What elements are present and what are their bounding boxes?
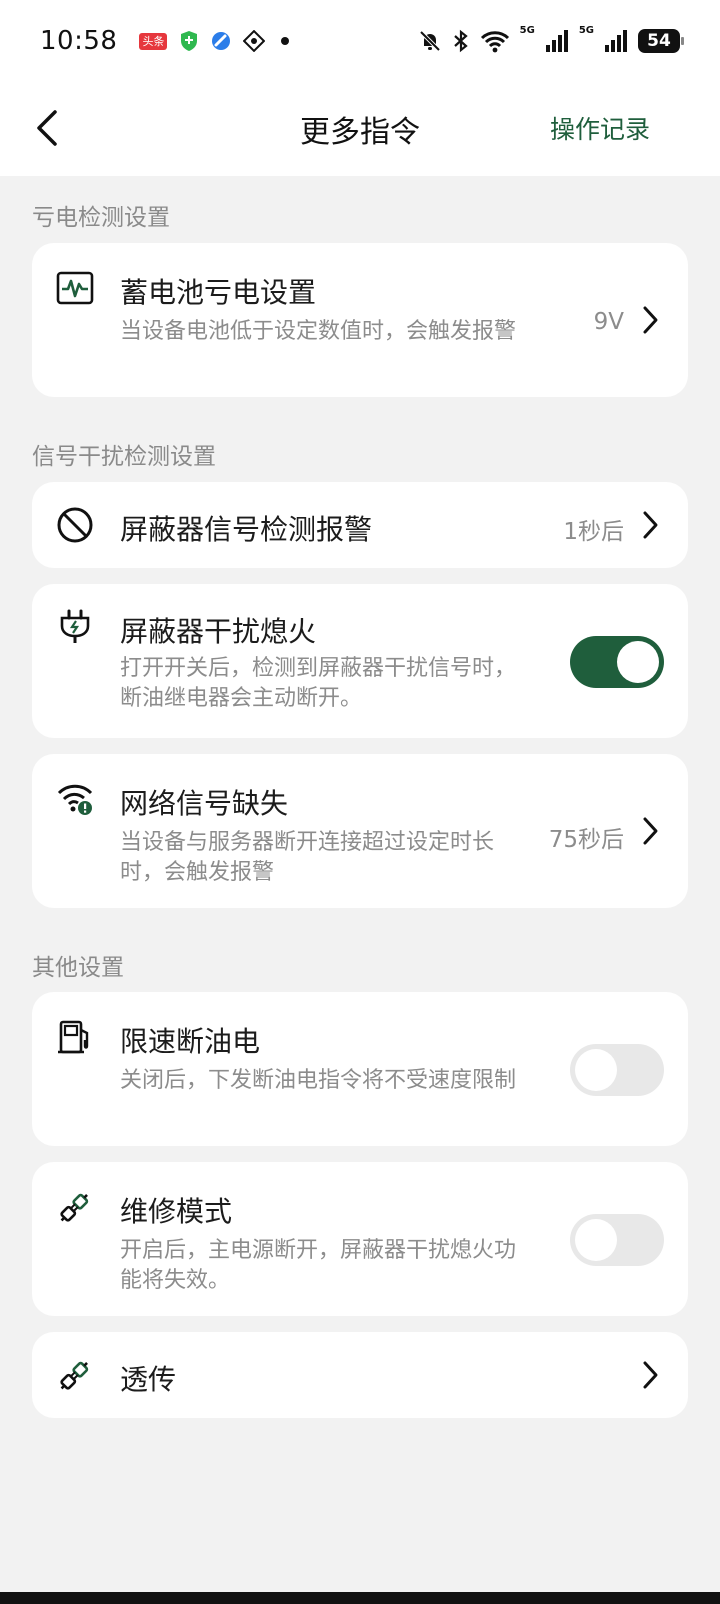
passthrough-title: 透传: [120, 1363, 177, 1396]
tiktok-style-icon: [243, 30, 266, 52]
chevron-right-icon: [640, 305, 660, 335]
passthrough-setting[interactable]: 透传: [32, 1332, 688, 1418]
operation-log-link[interactable]: 操作记录: [550, 110, 650, 146]
jammer-shutoff-setting: 屏蔽器干扰熄火 打开开关后，检测到屏蔽器干扰信号时，断油继电器会主动断开。: [32, 584, 688, 738]
mute-bell-icon: [418, 29, 442, 53]
jammer-alarm-title: 屏蔽器信号检测报警: [120, 513, 373, 546]
back-button[interactable]: [34, 108, 74, 148]
network-type-label: 5G: [519, 25, 535, 36]
home-indicator: [0, 1592, 720, 1604]
waveform-monitor-icon: [56, 269, 94, 307]
maintenance-mode-toggle[interactable]: [570, 1214, 664, 1266]
speed-limit-cut-desc: 关闭后，下发断油电指令将不受速度限制: [120, 1068, 517, 1093]
connector-plug-icon: [56, 1356, 94, 1394]
notification-dot-icon: [281, 37, 290, 45]
section-title-other: 其他设置: [32, 955, 124, 981]
maintenance-mode-setting: 维修模式 开启后，主电源断开，屏蔽器干扰熄火功能将失效。: [32, 1162, 688, 1316]
status-bar: 10:58 头条 5G 5G 54: [0, 0, 720, 82]
jammer-shutoff-title: 屏蔽器干扰熄火: [120, 615, 317, 648]
plug-icon: [56, 608, 94, 646]
chevron-right-icon: [640, 510, 660, 540]
toggle-knob: [575, 1219, 617, 1261]
network-loss-value: 75秒后: [548, 827, 624, 853]
jammer-alarm-value: 1秒后: [563, 519, 624, 545]
chevron-right-icon: [640, 816, 660, 846]
speed-limit-cut-setting: 限速断油电 关闭后，下发断油电指令将不受速度限制: [32, 992, 688, 1146]
speed-limit-cut-title: 限速断油电: [120, 1025, 261, 1058]
network-loss-desc: 当设备与服务器断开连接超过设定时长时，会触发报警: [120, 830, 495, 885]
toutiao-app-icon: 头条: [139, 32, 168, 50]
speed-limit-cut-toggle[interactable]: [570, 1044, 664, 1096]
maintenance-mode-desc: 开启后，主电源断开，屏蔽器干扰熄火功能将失效。: [120, 1238, 517, 1293]
browser-icon: [211, 31, 231, 51]
network-type-label-2: 5G: [578, 25, 594, 36]
wifi-icon: [480, 29, 510, 53]
fuel-pump-icon: [56, 1018, 94, 1056]
jammer-shutoff-desc: 打开开关后，检测到屏蔽器干扰信号时，断油继电器会主动断开。: [120, 656, 517, 711]
battery-icon: 54: [638, 29, 684, 53]
status-time: 10:58: [40, 26, 118, 56]
chevron-right-icon: [640, 1360, 660, 1390]
status-left: 10:58 头条: [40, 26, 290, 56]
maintenance-mode-title: 维修模式: [120, 1195, 233, 1228]
network-loss-title: 网络信号缺失: [120, 787, 289, 820]
page-title: 更多指令: [300, 115, 420, 150]
battery-low-desc: 当设备电池低于设定数值时，会触发报警: [120, 319, 517, 344]
signal-bars-icon-2: [604, 29, 628, 53]
chevron-left-icon: [37, 110, 57, 146]
prohibited-icon: [56, 506, 94, 544]
jammer-alarm-setting[interactable]: 屏蔽器信号检测报警 1秒后: [32, 482, 688, 568]
network-loss-setting[interactable]: 网络信号缺失 当设备与服务器断开连接超过设定时长时，会触发报警 75秒后: [32, 754, 688, 908]
shield-icon: [179, 30, 199, 52]
bluetooth-icon: [452, 29, 470, 53]
toggle-knob: [575, 1049, 617, 1091]
battery-low-setting[interactable]: 蓄电池亏电设置 当设备电池低于设定数值时，会触发报警 9V: [32, 243, 688, 397]
battery-low-value: 9V: [593, 309, 624, 335]
jammer-shutoff-toggle[interactable]: [570, 636, 664, 688]
wifi-alert-icon: [56, 780, 94, 818]
connector-plug-icon: [56, 1188, 94, 1226]
nav-bar: 更多指令 操作记录: [0, 82, 720, 176]
toggle-knob: [617, 641, 659, 683]
battery-low-title: 蓄电池亏电设置: [120, 276, 317, 309]
section-title-battery: 亏电检测设置: [32, 205, 170, 231]
status-right: 5G 5G 54: [418, 25, 684, 53]
section-title-signal: 信号干扰检测设置: [32, 444, 216, 470]
signal-bars-icon: [545, 29, 569, 53]
